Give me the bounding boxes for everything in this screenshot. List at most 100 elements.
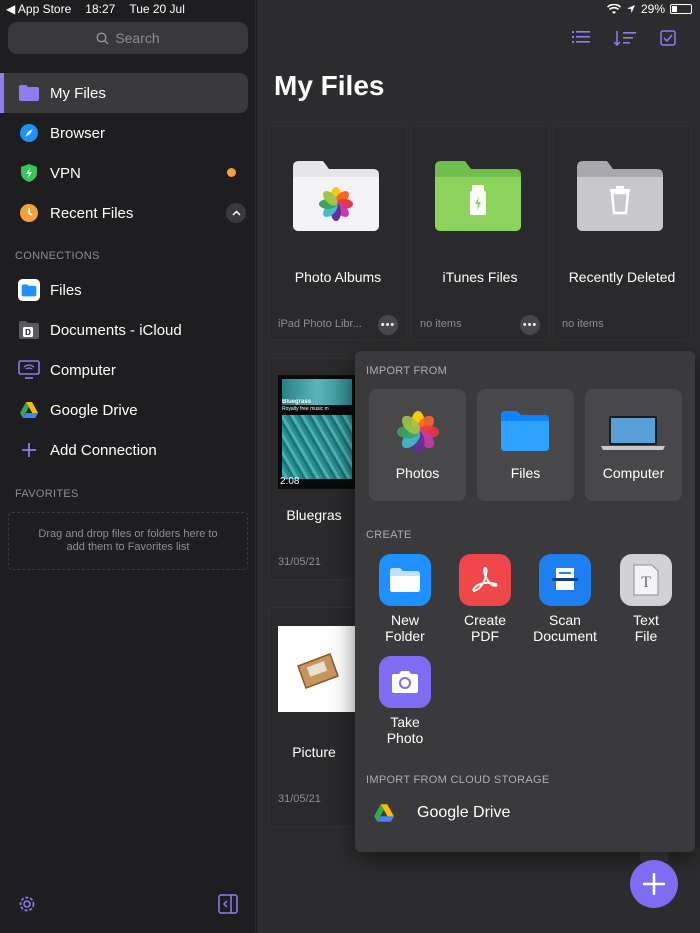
sidebar: Search My Files Browser VPN Recent Files… [0, 0, 256, 933]
usb-folder-icon [435, 161, 521, 231]
folder-tile-itunes-files[interactable]: iTunes Files no items ••• [411, 126, 549, 340]
plus-icon [643, 873, 665, 895]
import-photos-button[interactable]: Photos [369, 389, 466, 501]
folder-icon [501, 411, 549, 451]
folder-subtitle: no items [420, 318, 462, 330]
search-icon [96, 31, 109, 45]
monitor-icon [18, 359, 40, 381]
import-computer-button[interactable]: Computer [585, 389, 682, 501]
photos-icon [397, 411, 439, 453]
image-thumbnail [278, 626, 356, 712]
chevron-up-icon[interactable] [226, 203, 246, 223]
gear-icon [19, 896, 35, 912]
create-label-line2: File [634, 628, 658, 644]
favorites-hint-line2: add them to Favorites list [66, 541, 190, 553]
create-label-line2: Document [533, 628, 597, 644]
clock-icon [18, 202, 40, 224]
collapse-sidebar-button[interactable] [218, 894, 238, 919]
battery-icon [670, 4, 692, 14]
wifi-icon [606, 3, 621, 14]
laptop-icon [601, 416, 665, 450]
sidebar-item-label: Computer [50, 361, 116, 379]
more-options-button[interactable]: ••• [520, 315, 540, 335]
page-title: My Files [274, 70, 385, 101]
vpn-status-dot [227, 168, 236, 177]
search-input[interactable]: Search [8, 22, 248, 54]
plus-icon [18, 439, 40, 461]
file-date: 31/05/21 [278, 793, 321, 805]
sidebar-item-my-files[interactable]: My Files [0, 73, 248, 113]
status-date: Tue 20 Jul [129, 2, 185, 16]
create-label-line2: Photo [386, 730, 424, 746]
sidebar-item-label: Files [50, 281, 82, 299]
sidebar-item-label: VPN [50, 164, 81, 182]
folder-name: iTunes Files [442, 269, 518, 285]
file-date: 31/05/21 [278, 556, 321, 568]
folder-name: Photo Albums [294, 269, 382, 285]
favorites-drop-zone[interactable]: Drag and drop files or folders here to a… [8, 512, 248, 570]
add-connection-button[interactable]: Add Connection [0, 430, 256, 470]
folder-icon [18, 82, 40, 104]
create-label-line2: PDF [471, 628, 499, 644]
files-app-icon [18, 279, 40, 301]
settings-button[interactable] [17, 894, 37, 919]
folder-subtitle: iPad Photo Libr... [278, 318, 362, 330]
sidebar-item-recent-files[interactable]: Recent Files [0, 193, 256, 233]
take-photo-button[interactable]: Take Photo [365, 656, 445, 746]
sidebar-item-label: My Files [50, 84, 106, 102]
sidebar-item-label: Documents - iCloud [50, 321, 182, 339]
battery-percent: 29% [640, 2, 665, 16]
compass-icon [18, 122, 40, 144]
list-view-icon[interactable] [572, 30, 590, 44]
sidebar-item-vpn[interactable]: VPN [0, 153, 256, 193]
sidebar-item-label: Add Connection [50, 441, 157, 459]
favorites-hint-line1: Drag and drop files or folders here to [38, 528, 218, 540]
add-button[interactable] [630, 860, 678, 908]
folder-tile-photo-albums[interactable]: Photo Albums iPad Photo Libr... ••• [269, 126, 407, 340]
svg-text:D: D [25, 328, 31, 337]
back-to-app-store[interactable]: ◀ App Store [6, 2, 71, 16]
google-drive-icon [18, 399, 40, 421]
folder-subtitle: no items [562, 318, 604, 330]
create-label-line2: Folder [385, 628, 425, 644]
documents-icon: D [18, 319, 40, 341]
more-options-button[interactable]: ••• [378, 315, 398, 335]
sidebar-item-browser[interactable]: Browser [0, 113, 256, 153]
create-label-line1: Scan [549, 612, 581, 628]
import-from-header: IMPORT FROM [366, 365, 448, 377]
scan-document-button[interactable]: Scan Document [525, 554, 605, 644]
create-text-file-button[interactable]: T Text File [606, 554, 686, 644]
create-label-line1: Create [463, 612, 507, 628]
sidebar-item-computer[interactable]: Computer [0, 350, 256, 390]
video-thumbnail: Bluegrass Royalty free music m 2:08 [278, 375, 356, 489]
svg-text:T: T [641, 574, 651, 591]
thumbnail-subtitle: Royalty free music m [282, 406, 329, 412]
camera-icon [379, 656, 431, 708]
create-header: CREATE [366, 529, 412, 541]
cloud-storage-header: IMPORT FROM CLOUD STORAGE [366, 774, 550, 786]
import-google-drive-button[interactable]: Google Drive [373, 803, 510, 823]
search-placeholder: Search [115, 30, 160, 46]
sidebar-item-documents-icloud[interactable]: D Documents - iCloud [0, 310, 256, 350]
create-pdf-button[interactable]: Create PDF [445, 554, 525, 644]
scanner-icon [539, 554, 591, 606]
folder-name: Recently Deleted [568, 269, 676, 285]
create-label-line1: New [390, 612, 419, 628]
favorites-header: FAVORITES [15, 488, 79, 500]
import-files-button[interactable]: Files [477, 389, 574, 501]
google-drive-icon [374, 804, 394, 822]
status-time: 18:27 [85, 2, 116, 16]
create-new-folder-button[interactable]: New Folder [365, 554, 445, 644]
create-label-line1: Text [633, 612, 659, 628]
location-icon [626, 5, 635, 13]
connections-header: CONNECTIONS [15, 250, 100, 262]
photo-folder-icon [293, 161, 379, 231]
sidebar-item-files[interactable]: Files [0, 270, 256, 310]
trash-folder-icon [577, 161, 663, 231]
folder-tile-recently-deleted[interactable]: Recently Deleted no items [553, 126, 691, 340]
sidebar-collapse-icon [218, 894, 238, 914]
sort-icon[interactable] [614, 30, 636, 46]
sidebar-item-google-drive[interactable]: Google Drive [0, 390, 256, 430]
select-checkbox-icon[interactable] [660, 30, 676, 46]
status-bar: ◀ App Store 18:27 Tue 20 Jul 29% [0, 0, 700, 20]
